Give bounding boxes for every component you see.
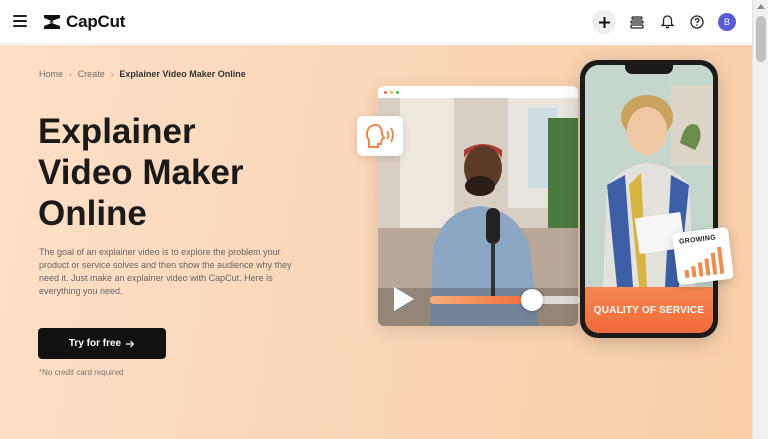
- voiceover-head-icon: [365, 123, 394, 148]
- close-dot-icon: [384, 90, 387, 94]
- help-icon: [690, 15, 704, 29]
- phone-screen: QUALITY OF SERVICE: [585, 65, 713, 333]
- play-icon[interactable]: [394, 287, 414, 311]
- brand-name: CapCut: [66, 12, 126, 31]
- page-scrollbar[interactable]: [752, 0, 768, 439]
- breadcrumb-current: Explainer Video Maker Online: [119, 69, 246, 79]
- page-description: The goal of an explainer video is to exp…: [39, 247, 292, 296]
- no-credit-card-note: *No credit card required: [39, 368, 124, 377]
- video-progress-bar[interactable]: [430, 289, 580, 311]
- try-for-free-label: Try for free: [68, 338, 122, 349]
- breadcrumb: Home › Create › Explainer Video Maker On…: [39, 69, 246, 79]
- phone-mockup: QUALITY OF SERVICE: [580, 60, 718, 338]
- quality-of-service-banner: QUALITY OF SERVICE: [585, 287, 713, 333]
- chevron-right-icon: ›: [110, 69, 114, 79]
- bar-chart-icon: [684, 246, 725, 279]
- create-plus-button[interactable]: [592, 10, 616, 34]
- phone-notch: [625, 65, 673, 74]
- try-for-free-button[interactable]: Try for free: [38, 328, 166, 359]
- plus-icon: [598, 16, 610, 28]
- scroll-up-arrow-icon[interactable]: [757, 4, 765, 9]
- bell-icon: [660, 15, 674, 29]
- page-title: Explainer Video Maker Online: [38, 112, 244, 233]
- menu-icon[interactable]: [13, 15, 27, 27]
- user-avatar[interactable]: B: [718, 13, 736, 31]
- growing-label: GROWING: [678, 234, 717, 246]
- video-progress-fill: [430, 296, 532, 304]
- notifications-button[interactable]: [658, 13, 676, 31]
- scroll-thumb[interactable]: [756, 16, 766, 62]
- breadcrumb-create[interactable]: Create: [78, 69, 105, 79]
- window-controls: [378, 86, 578, 98]
- growing-chart-card: GROWING: [672, 226, 734, 286]
- arrow-right-icon: [126, 340, 135, 347]
- capcut-logo[interactable]: CapCut: [42, 12, 125, 32]
- top-navigation-bar: CapCut B: [0, 0, 752, 44]
- layers-icon: [630, 15, 644, 29]
- maximize-dot-icon: [396, 90, 399, 94]
- capcut-logo-icon: [44, 15, 60, 29]
- chevron-right-icon: ›: [69, 69, 72, 79]
- breadcrumb-home[interactable]: Home: [39, 69, 63, 79]
- voiceover-badge: [357, 116, 403, 156]
- help-button[interactable]: [688, 13, 706, 31]
- top-actions: B: [592, 10, 736, 34]
- layers-button[interactable]: [628, 13, 646, 31]
- minimize-dot-icon: [390, 90, 393, 94]
- quality-of-service-label: QUALITY OF SERVICE: [593, 304, 705, 316]
- video-progress-knob[interactable]: [521, 289, 543, 311]
